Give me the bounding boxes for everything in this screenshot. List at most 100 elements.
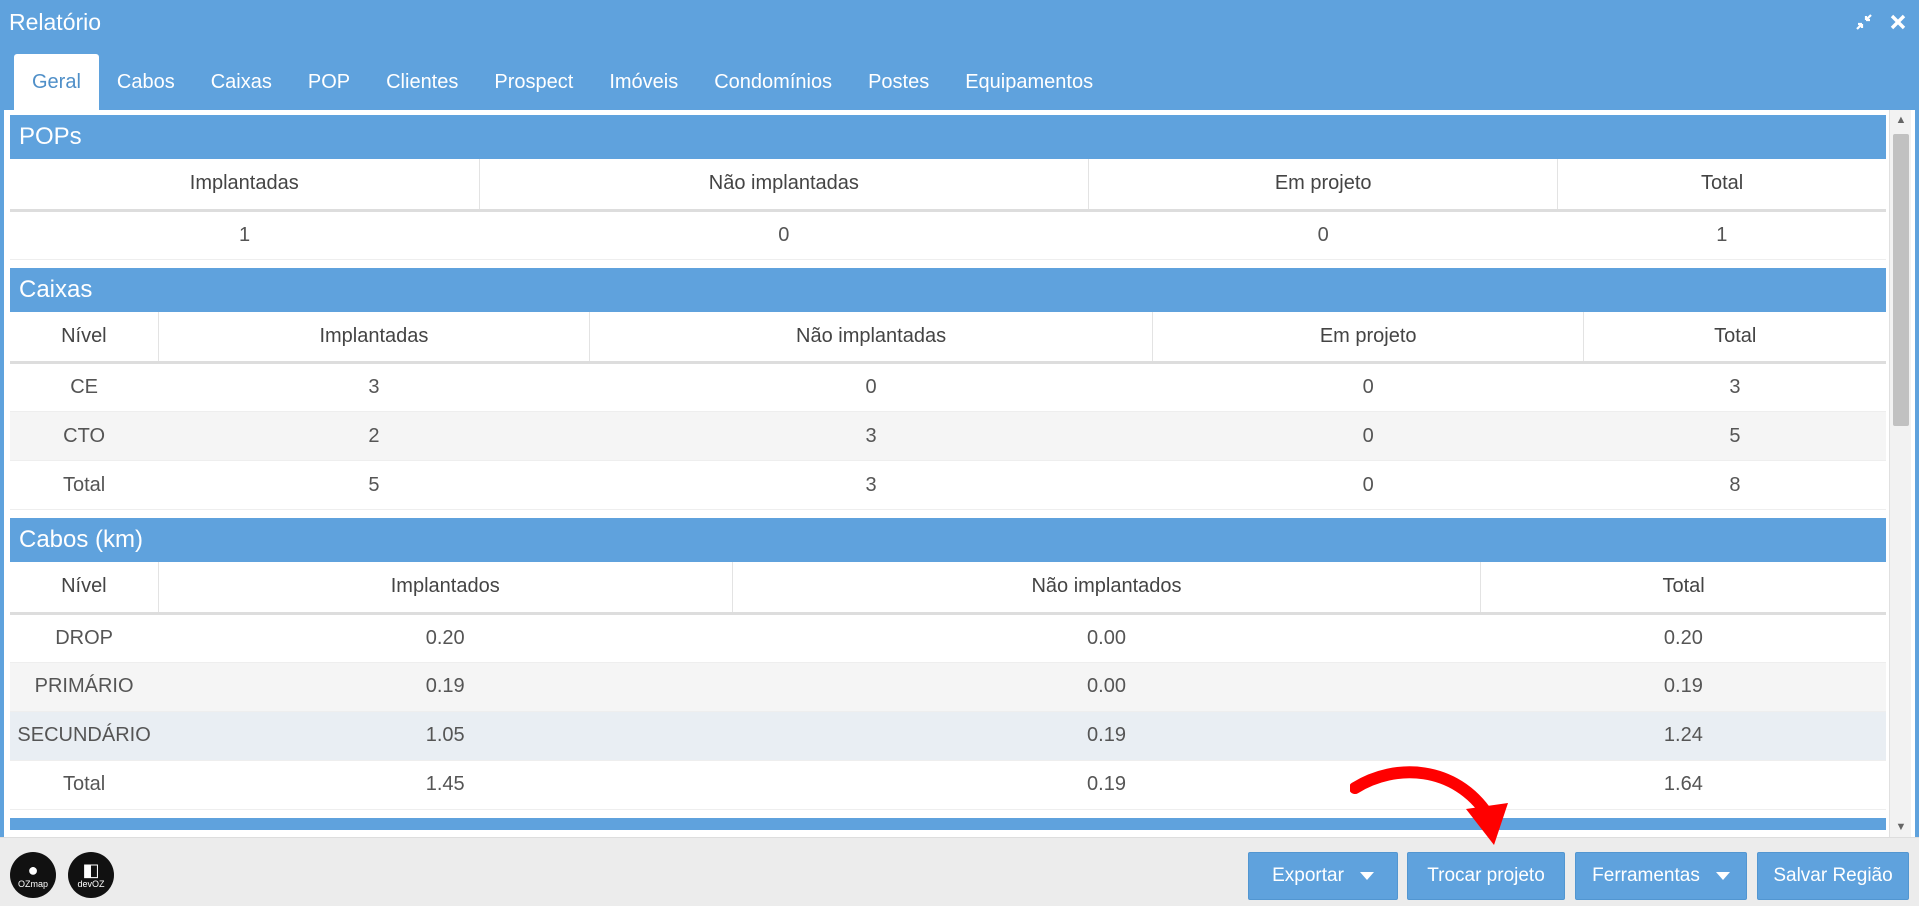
table-cell: 2 (158, 411, 590, 461)
table-cell: 0.19 (732, 711, 1481, 761)
table-cell: 0.19 (732, 760, 1481, 810)
section-header-cabos: Cabos (km) (10, 518, 1886, 562)
export-button[interactable]: Exportar (1248, 852, 1398, 900)
table-cell: 3 (1583, 362, 1886, 412)
table-cell: 8 (1583, 460, 1886, 510)
table-cell: 1 (1557, 210, 1886, 260)
section-header-caixas: Caixas (10, 267, 1886, 312)
table-cell: 1.05 (158, 711, 733, 761)
caixas-table: Nível Implantadas Não implantadas Em pro… (10, 311, 1886, 510)
table-header: Em projeto (1152, 311, 1585, 364)
vertical-scrollbar[interactable]: ▲ ▼ (1889, 110, 1911, 837)
table-cell: 0 (1152, 362, 1584, 412)
scroll-up-icon[interactable]: ▲ (1890, 110, 1912, 130)
table-cell: 0.00 (732, 662, 1481, 712)
table-cell: 0.20 (1480, 613, 1886, 663)
tools-button-label: Ferramentas (1592, 865, 1700, 886)
table-header: Não implantados (732, 562, 1482, 615)
report-window: Relatório Geral Cabos Caixas POP Cliente… (0, 0, 1919, 906)
close-icon[interactable] (1887, 11, 1909, 33)
devoz-logo-text: devOZ (77, 879, 105, 889)
table-header: Total (1480, 562, 1886, 615)
footer-bar: ● OZmap ◧ devOZ Exportar Trocar projeto … (0, 837, 1919, 906)
table-cell: Total (10, 760, 159, 810)
save-region-button[interactable]: Salvar Região (1757, 852, 1909, 900)
table-cell: CE (10, 362, 159, 412)
table-cell: CTO (10, 411, 159, 461)
table-row: CE 3 0 0 3 (10, 362, 1886, 412)
table-header: Implantados (158, 562, 733, 615)
next-section-header (10, 817, 1886, 830)
cabos-section: Cabos (km) Nível Implantados Não implant… (10, 518, 1886, 810)
tab-postes[interactable]: Postes (850, 54, 947, 110)
scrollbar-thumb[interactable] (1893, 134, 1909, 426)
report-content: POPs Implantadas Não implantadas Em proj… (4, 110, 1915, 837)
caret-down-icon (1359, 872, 1374, 880)
tab-prospect[interactable]: Prospect (476, 54, 591, 110)
table-header: Total (1557, 159, 1886, 212)
table-row: Total 1.45 0.19 1.64 (10, 760, 1886, 810)
tab-equipamentos[interactable]: Equipamentos (947, 54, 1111, 110)
table-cell: 0.00 (732, 613, 1481, 663)
table-cell: 0 (479, 210, 1089, 260)
table-cell: 3 (589, 411, 1153, 461)
table-cell: 1.24 (1480, 711, 1886, 761)
table-cell: 1.45 (158, 760, 733, 810)
tab-cabos[interactable]: Cabos (99, 54, 193, 110)
table-cell: Total (10, 460, 159, 510)
table-cell: 1 (10, 210, 479, 260)
report-scroll-area[interactable]: POPs Implantadas Não implantadas Em proj… (10, 115, 1886, 837)
map-pin-icon: ● (27, 860, 39, 880)
table-row: DROP 0.20 0.00 0.20 (10, 613, 1886, 663)
tab-bar: Geral Cabos Caixas POP Clientes Prospect… (0, 44, 1919, 110)
tab-imoveis[interactable]: Imóveis (591, 54, 696, 110)
table-header: Não implantadas (589, 311, 1153, 364)
save-region-button-label: Salvar Região (1773, 865, 1893, 886)
table-cell: 5 (158, 460, 590, 510)
table-cell: DROP (10, 613, 159, 663)
restore-icon[interactable] (1853, 11, 1875, 33)
table-cell: 0.20 (158, 613, 733, 663)
cabos-table: Nível Implantados Não implantados Total … (10, 562, 1886, 810)
scroll-down-icon[interactable]: ▼ (1890, 817, 1912, 837)
table-cell: 0.19 (1480, 662, 1886, 712)
table-header: Nível (10, 562, 159, 615)
pops-section: POPs Implantadas Não implantadas Em proj… (10, 115, 1886, 260)
export-button-label: Exportar (1272, 865, 1344, 886)
table-header: Implantadas (10, 159, 480, 212)
tab-caixas[interactable]: Caixas (193, 54, 290, 110)
caixas-section: Caixas Nível Implantadas Não implantadas… (10, 267, 1886, 510)
table-cell: 0 (1152, 460, 1584, 510)
ozmap-logo-text: OZmap (17, 879, 48, 889)
table-header: Implantadas (158, 311, 591, 364)
tab-pop[interactable]: POP (290, 54, 368, 110)
table-cell: SECUNDÁRIO (10, 711, 159, 761)
devoz-logo: ◧ devOZ (68, 852, 114, 898)
table-header: Nível (10, 311, 159, 364)
window-title: Relatório (9, 8, 102, 35)
table-row: SECUNDÁRIO 1.05 0.19 1.24 (10, 711, 1886, 761)
ozmap-logo: ● OZmap (10, 852, 56, 898)
table-cell: 5 (1583, 411, 1886, 461)
table-cell: 3 (158, 362, 590, 412)
switch-project-button[interactable]: Trocar projeto (1407, 852, 1565, 900)
table-header: Em projeto (1088, 159, 1559, 212)
table-row: PRIMÁRIO 0.19 0.00 0.19 (10, 662, 1886, 712)
table-cell: 3 (589, 460, 1153, 510)
table-row: CTO 2 3 0 5 (10, 411, 1886, 461)
table-row: Total 5 3 0 8 (10, 460, 1886, 510)
devoz-glyph-icon: ◧ (82, 860, 100, 880)
tools-button[interactable]: Ferramentas (1575, 852, 1747, 900)
table-header: Total (1583, 311, 1886, 364)
switch-project-button-label: Trocar projeto (1427, 865, 1545, 886)
table-header: Não implantadas (479, 159, 1090, 212)
caret-down-icon (1715, 872, 1730, 880)
pops-table: Implantadas Não implantadas Em projeto T… (10, 159, 1886, 260)
tab-clientes[interactable]: Clientes (368, 54, 476, 110)
table-cell: PRIMÁRIO (10, 662, 159, 712)
section-header-pops: POPs (10, 115, 1886, 159)
tab-condominios[interactable]: Condomínios (696, 54, 850, 110)
table-cell: 0 (589, 362, 1153, 412)
tab-geral[interactable]: Geral (14, 54, 99, 110)
table-row: 1 0 0 1 (10, 210, 1886, 260)
